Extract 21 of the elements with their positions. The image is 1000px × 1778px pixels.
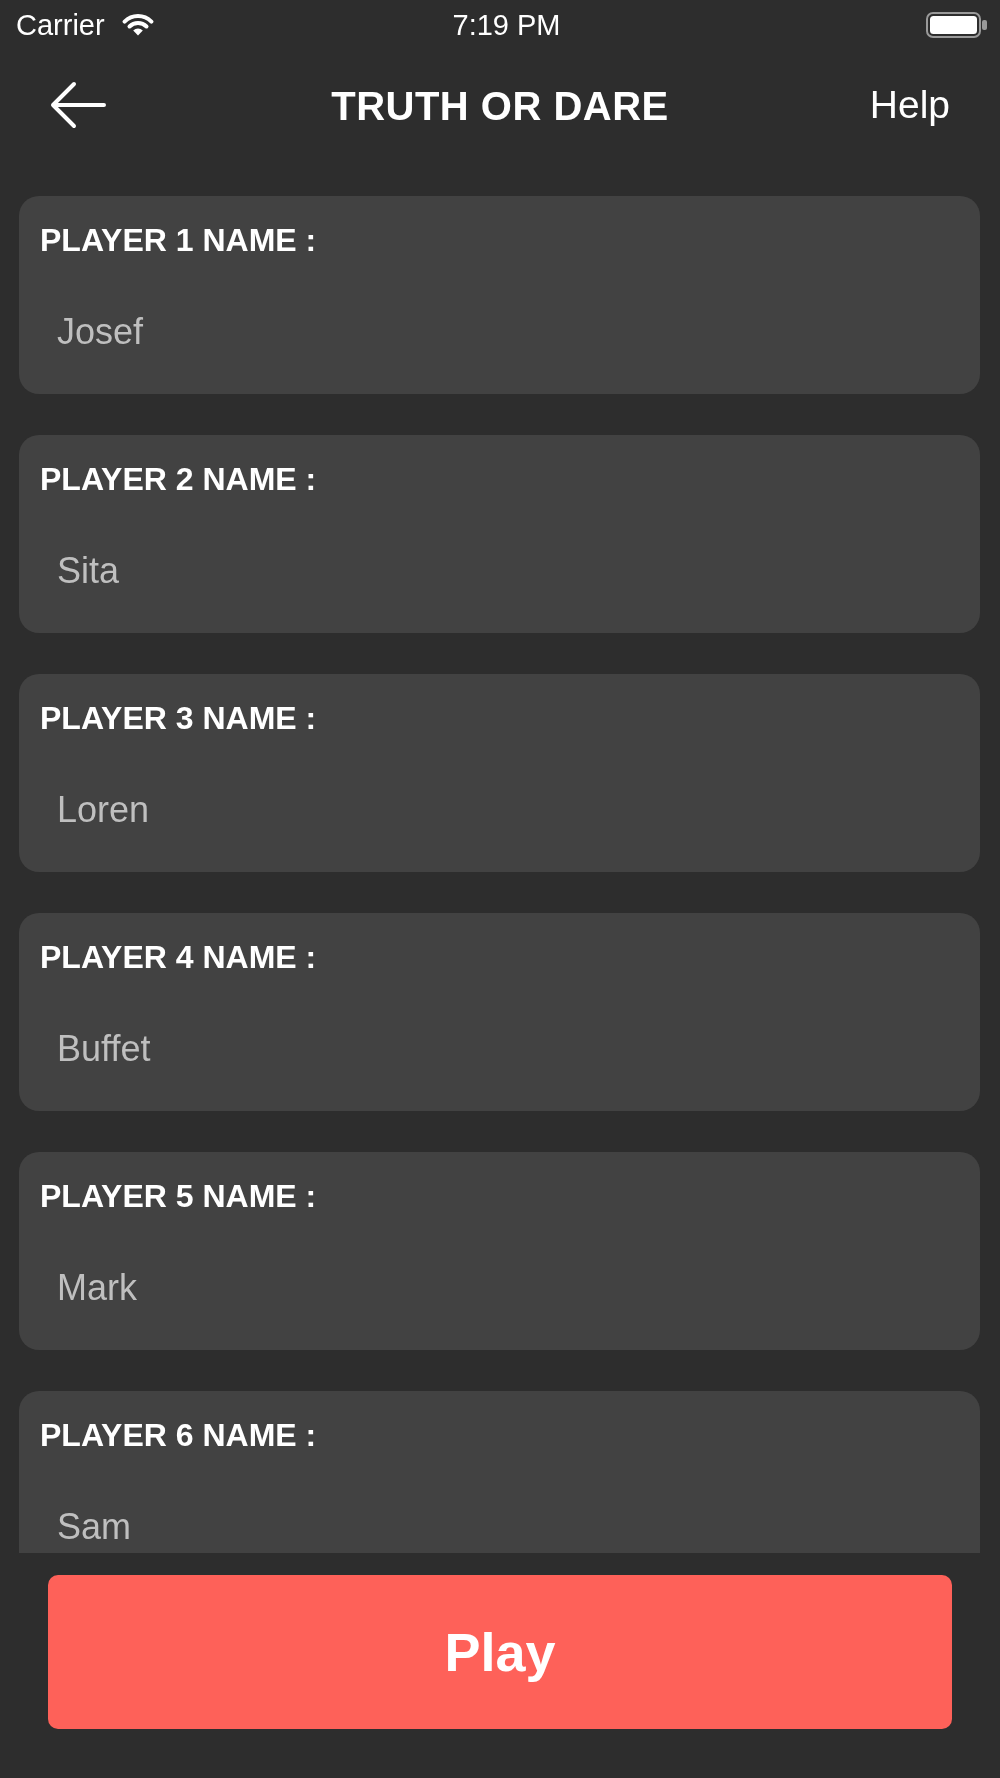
battery-icon bbox=[926, 12, 987, 38]
player-label: PLAYER 5 NAME : bbox=[40, 1177, 317, 1215]
wifi-icon bbox=[121, 14, 154, 36]
player-label: PLAYER 2 NAME : bbox=[40, 460, 317, 498]
player-label: PLAYER 3 NAME : bbox=[40, 699, 317, 737]
name-field[interactable]: Josef bbox=[40, 309, 959, 355]
back-button[interactable] bbox=[50, 81, 106, 129]
carrier-label: Carrier bbox=[16, 8, 105, 42]
time-label: 7:19 PM bbox=[451, 8, 561, 42]
play-button[interactable]: Play bbox=[48, 1575, 952, 1729]
screen-title: TRUTH OR DARE bbox=[331, 83, 669, 129]
help-button[interactable]: Help bbox=[869, 82, 950, 128]
back-arrow-icon bbox=[50, 81, 106, 129]
player-label: PLAYER 1 NAME : bbox=[40, 221, 317, 259]
name-field[interactable]: Sita bbox=[40, 548, 959, 594]
player-label: PLAYER 4 NAME : bbox=[40, 938, 317, 976]
name-field[interactable]: Mark bbox=[40, 1265, 959, 1311]
name-field[interactable]: Sam bbox=[40, 1504, 959, 1550]
name-field[interactable]: Loren bbox=[40, 787, 959, 833]
player-label: PLAYER 6 NAME : bbox=[40, 1416, 317, 1454]
name-field[interactable]: Buffet bbox=[40, 1026, 959, 1072]
